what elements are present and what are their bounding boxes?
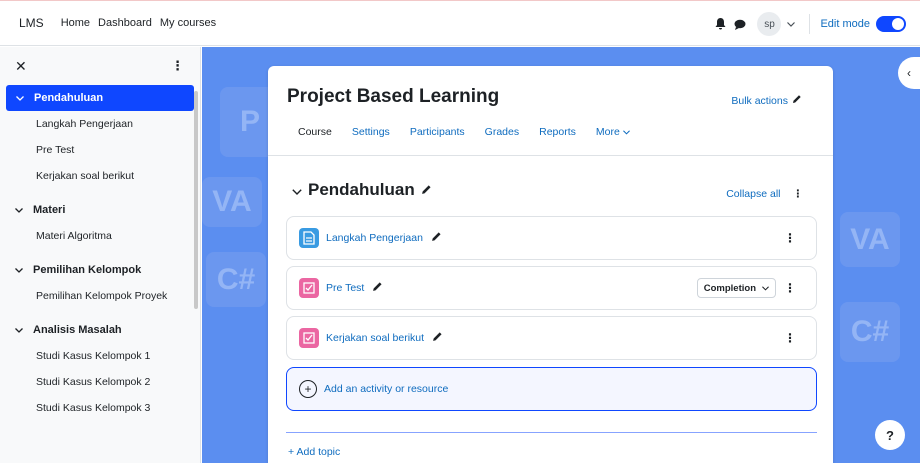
divider — [268, 155, 833, 156]
drawer-item-kerjakan-soal[interactable]: Kerjakan soal berikut — [0, 163, 200, 189]
bell-icon[interactable] — [713, 17, 727, 31]
scrollbar[interactable] — [194, 91, 198, 309]
drawer-section-label: Pendahuluan — [34, 92, 104, 104]
user-controls: sp Edit mode — [713, 1, 920, 47]
chevron-down-icon — [15, 267, 27, 273]
tab-grades[interactable]: Grades — [485, 126, 519, 146]
more-options-icon[interactable]: ⋮ — [171, 58, 184, 74]
plus-icon: + — [299, 380, 317, 398]
bulk-actions-label: Bulk actions — [731, 94, 788, 107]
chevron-down-icon — [762, 283, 769, 294]
activity-link[interactable]: Kerjakan soal berikut — [326, 332, 424, 344]
pencil-icon[interactable] — [432, 331, 443, 345]
background-decoration: C# — [206, 252, 266, 307]
activity-link[interactable]: Langkah Pengerjaan — [326, 232, 423, 244]
drawer-item-studi-kasus-1[interactable]: Studi Kasus Kelompok 1 — [0, 343, 200, 369]
chevron-down-icon — [15, 327, 27, 333]
add-topic-link[interactable]: + Add topic — [288, 446, 340, 458]
tab-reports[interactable]: Reports — [539, 126, 576, 146]
activity-item: Pre Test Completion ⋮ — [286, 266, 817, 310]
avatar[interactable]: sp — [757, 12, 782, 36]
drawer-item-studi-kasus-3[interactable]: Studi Kasus Kelompok 3 — [0, 395, 200, 421]
divider — [286, 432, 817, 433]
nav-my-courses[interactable]: My courses — [160, 17, 216, 29]
background-decoration: VA — [202, 177, 262, 227]
chevron-down-icon[interactable] — [787, 21, 797, 27]
course-index-drawer: ✕ ⋮ Pendahuluan Langkah Pengerjaan Pre T… — [0, 47, 201, 463]
page-icon — [299, 228, 319, 248]
chevron-down-icon — [16, 95, 28, 101]
pencil-icon[interactable] — [421, 180, 432, 200]
background-decoration: VA — [840, 212, 900, 267]
more-options-icon[interactable]: ⋮ — [784, 231, 796, 245]
tab-more-label: More — [595, 126, 620, 138]
drawer-item-pemilihan-kelompok-proyek[interactable]: Pemilihan Kelompok Proyek — [0, 283, 200, 309]
collapse-all-link[interactable]: Collapse all ⋮ — [726, 188, 803, 200]
top-navbar: LMS Home Dashboard My courses sp Edit mo… — [0, 0, 920, 46]
edit-mode-label: Edit mode — [820, 18, 870, 30]
drawer-section-label: Materi — [33, 204, 66, 216]
tab-participants[interactable]: Participants — [410, 126, 465, 146]
course-content-card: Project Based Learning Bulk actions Cour… — [268, 66, 833, 463]
nav-dashboard[interactable]: Dashboard — [98, 17, 152, 29]
divider — [809, 14, 811, 34]
add-activity-label: Add an activity or resource — [324, 383, 449, 395]
more-options-icon[interactable]: ⋮ — [784, 281, 796, 295]
drawer-header: ✕ ⋮ — [0, 47, 200, 85]
tab-course[interactable]: Course — [298, 126, 332, 146]
drawer-section-pemilihan-kelompok[interactable]: Pemilihan Kelompok — [0, 257, 200, 283]
page-title: Project Based Learning — [287, 86, 500, 107]
drawer-item-pre-test[interactable]: Pre Test — [0, 137, 200, 163]
drawer-section-label: Pemilihan Kelompok — [33, 264, 142, 276]
quiz-icon — [299, 278, 319, 298]
pencil-icon — [792, 94, 802, 107]
edit-mode-toggle[interactable] — [876, 16, 906, 32]
drawer-item-langkah-pengerjaan[interactable]: Langkah Pengerjaan — [0, 111, 200, 137]
activity-link[interactable]: Pre Test — [326, 282, 364, 294]
pencil-icon[interactable] — [431, 231, 442, 245]
chevron-down-icon — [622, 126, 630, 138]
section-title-label: Pendahuluan — [308, 180, 415, 199]
completion-dropdown[interactable]: Completion — [696, 278, 776, 298]
chevron-left-icon[interactable]: ‹ — [898, 57, 920, 89]
drawer-section-label: Analisis Masalah — [33, 324, 122, 336]
drawer-section-pendahuluan[interactable]: Pendahuluan — [6, 85, 194, 111]
activity-item: Kerjakan soal berikut ⋮ — [286, 316, 817, 360]
activity-item: Langkah Pengerjaan ⋮ — [286, 216, 817, 260]
drawer-item-materi-algoritma[interactable]: Materi Algoritma — [0, 223, 200, 249]
primary-navigation: Home Dashboard My courses — [61, 17, 216, 29]
collapse-all-label: Collapse all — [726, 188, 781, 200]
chevron-down-icon[interactable] — [292, 180, 302, 200]
bulk-actions-button[interactable]: Bulk actions — [731, 94, 802, 107]
pencil-icon[interactable] — [372, 281, 383, 295]
completion-label: Completion — [703, 282, 756, 294]
drawer-section-analisis-masalah[interactable]: Analisis Masalah — [0, 317, 200, 343]
more-options-icon[interactable]: ⋮ — [784, 331, 796, 345]
drawer-section-materi[interactable]: Materi — [0, 197, 200, 223]
site-brand[interactable]: LMS — [19, 16, 44, 30]
close-icon[interactable]: ✕ — [15, 58, 27, 75]
add-activity-button[interactable]: + Add an activity or resource — [286, 367, 817, 411]
section-title: Pendahuluan — [292, 180, 432, 200]
more-options-icon[interactable]: ⋮ — [793, 188, 804, 200]
course-tabs: Course Settings Participants Grades Repo… — [298, 126, 650, 146]
quiz-icon — [299, 328, 319, 348]
help-button[interactable]: ? — [875, 420, 905, 450]
tab-settings[interactable]: Settings — [352, 126, 390, 146]
chat-icon[interactable] — [733, 17, 747, 31]
chevron-down-icon — [15, 207, 27, 213]
nav-home[interactable]: Home — [61, 17, 90, 29]
tab-more[interactable]: More — [596, 126, 630, 146]
drawer-item-studi-kasus-2[interactable]: Studi Kasus Kelompok 2 — [0, 369, 200, 395]
background-decoration: C# — [840, 302, 900, 362]
